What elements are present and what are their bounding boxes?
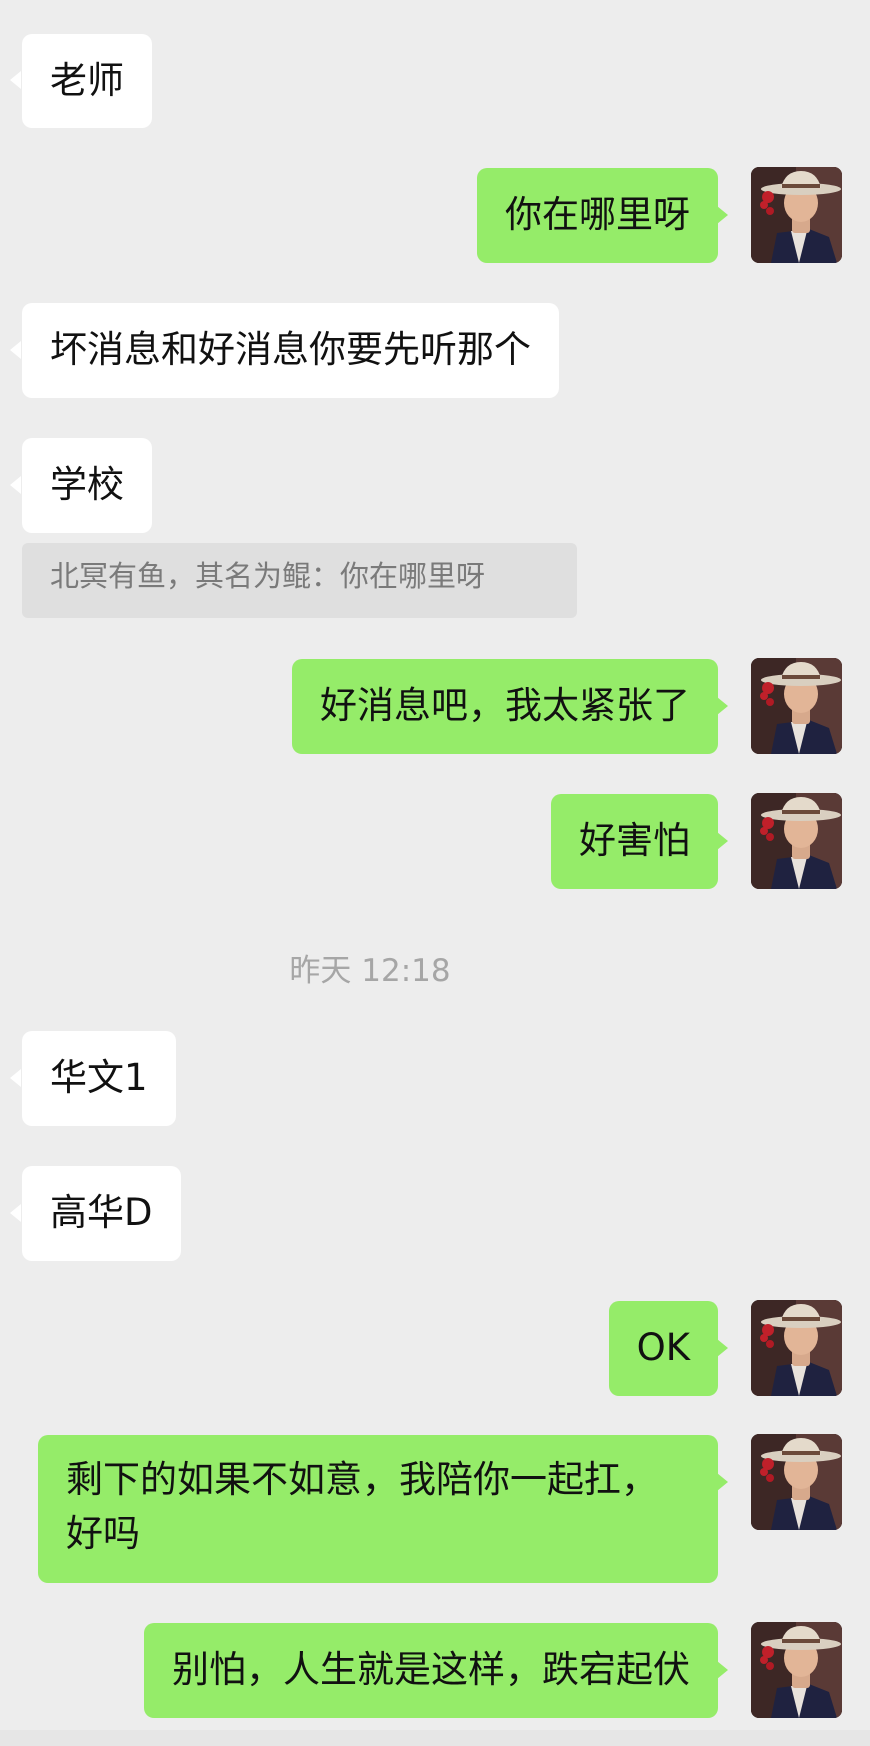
bubble-tail (717, 1661, 728, 1679)
message-text: 华文1 (50, 1056, 148, 1099)
outgoing-message-bubble[interactable]: 好害怕 (551, 794, 718, 889)
cowboy-hat-avatar-icon (751, 1300, 842, 1396)
message-text: 你在哪里呀 (505, 193, 690, 236)
chat-history[interactable]: 老师 你在哪里呀 坏消息和好消息你要先听那个 学校 北冥有鱼，其名为鲲：你在哪里… (0, 0, 870, 1746)
message-text: 高华D (50, 1191, 153, 1234)
cowboy-hat-avatar-icon (751, 793, 842, 889)
user-avatar[interactable] (751, 658, 842, 754)
outgoing-message-bubble[interactable]: 你在哪里呀 (477, 168, 718, 263)
outgoing-message-bubble[interactable]: OK (608, 1301, 718, 1396)
message-text: 好害怕 (579, 819, 690, 862)
incoming-message-bubble[interactable]: 老师 (22, 34, 152, 128)
quote-text: 北冥有鱼，其名为鲲：你在哪里呀 (50, 559, 486, 593)
message-text: 学校 (50, 463, 124, 506)
cowboy-hat-avatar-icon (751, 1434, 842, 1530)
quoted-message[interactable]: 北冥有鱼，其名为鲲：你在哪里呀 (22, 543, 577, 618)
user-avatar[interactable] (751, 793, 842, 889)
bubble-tail (717, 1339, 728, 1357)
outgoing-message-bubble[interactable]: 好消息吧，我太紧张了 (292, 659, 718, 754)
message-text: 好消息吧，我太紧张了 (320, 684, 690, 727)
cowboy-hat-avatar-icon (751, 167, 842, 263)
user-avatar[interactable] (751, 167, 842, 263)
incoming-message-bubble[interactable]: 坏消息和好消息你要先听那个 (22, 303, 559, 398)
bubble-tail (717, 697, 728, 715)
message-text: OK (636, 1326, 690, 1369)
cowboy-hat-avatar-icon (751, 658, 842, 754)
bubble-tail (10, 71, 21, 89)
incoming-message-bubble[interactable]: 华文1 (22, 1031, 176, 1126)
bottom-divider (0, 1730, 870, 1746)
bubble-tail (717, 832, 728, 850)
bubble-tail (10, 1204, 21, 1222)
cowboy-hat-avatar-icon (751, 1622, 842, 1718)
message-timestamp: 昨天 12:18 (289, 953, 451, 989)
message-text: 坏消息和好消息你要先听那个 (50, 328, 531, 371)
incoming-message-bubble[interactable]: 高华D (22, 1166, 181, 1261)
outgoing-message-bubble[interactable]: 剩下的如果不如意，我陪你一起扛，好吗 (38, 1435, 718, 1583)
bubble-tail (10, 341, 21, 359)
bubble-tail (10, 1069, 21, 1087)
user-avatar[interactable] (751, 1622, 842, 1718)
user-avatar[interactable] (751, 1300, 842, 1396)
user-avatar[interactable] (751, 1434, 842, 1530)
incoming-message-bubble[interactable]: 学校 (22, 438, 152, 533)
outgoing-message-bubble[interactable]: 别怕，人生就是这样，跌宕起伏 (144, 1623, 718, 1718)
message-text: 剩下的如果不如意，我陪你一起扛，好吗 (66, 1458, 658, 1555)
message-text: 别怕，人生就是这样，跌宕起伏 (172, 1648, 690, 1691)
bubble-tail (10, 476, 21, 494)
bubble-tail (717, 206, 728, 224)
message-text: 老师 (50, 59, 124, 102)
bubble-tail (717, 1473, 728, 1491)
